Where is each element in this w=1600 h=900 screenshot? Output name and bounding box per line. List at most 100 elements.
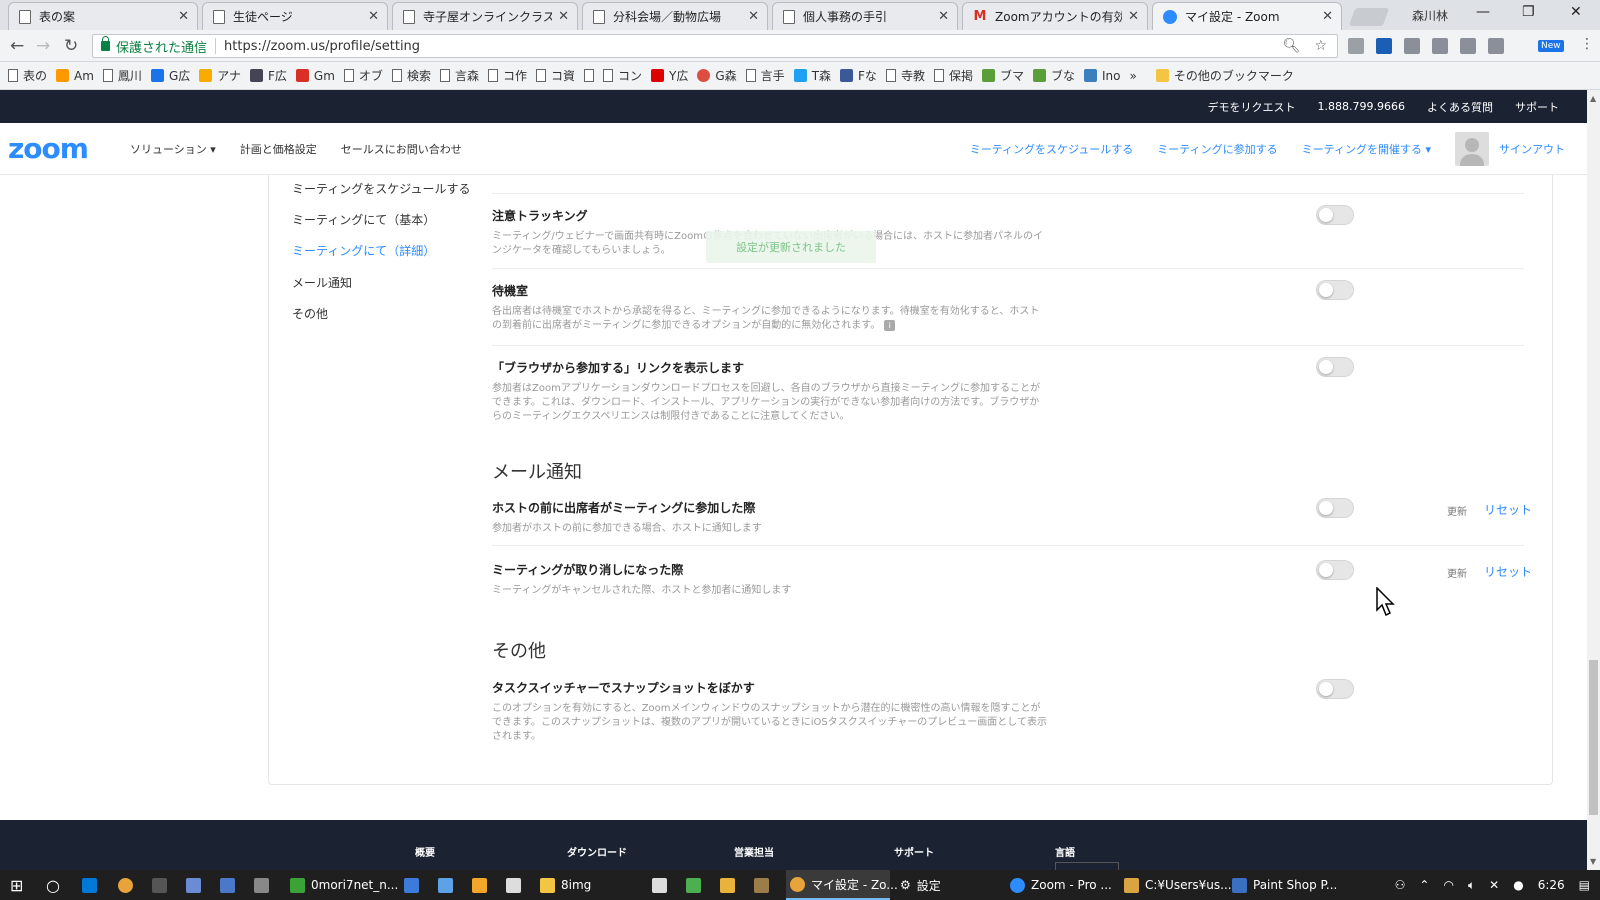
- scroll-up-arrow-icon[interactable]: ▲: [1590, 94, 1596, 103]
- bookmark-item[interactable]: Y広: [651, 67, 688, 84]
- taskbar-item-settings[interactable]: ⚙ 設定: [900, 870, 941, 900]
- wifi-icon[interactable]: ◠: [1443, 878, 1453, 892]
- bookmark-item[interactable]: F広: [250, 67, 287, 84]
- bookmark-item[interactable]: コン: [603, 67, 642, 84]
- scroll-down-arrow-icon[interactable]: ▼: [1590, 857, 1596, 866]
- nav-pricing[interactable]: 計画と価格設定: [240, 141, 317, 157]
- tab-kojin-jimu[interactable]: 個人事務の手引 ✕: [772, 2, 958, 30]
- nav-host-meeting[interactable]: ミーティングを開催する ▾: [1302, 141, 1431, 157]
- reload-icon[interactable]: ↻: [64, 36, 78, 56]
- bookmark-item[interactable]: Am: [56, 69, 94, 83]
- minimize-icon[interactable]: —: [1476, 4, 1490, 20]
- bookmark-item[interactable]: Ino: [1084, 69, 1121, 83]
- bookmark-item[interactable]: 保掲: [933, 67, 973, 84]
- reset-button[interactable]: リセット: [1484, 563, 1532, 580]
- sidebar-item-email-notification[interactable]: メール通知: [292, 274, 352, 291]
- extension-icon[interactable]: [1488, 38, 1504, 54]
- support-link[interactable]: サポート: [1515, 99, 1559, 115]
- taskbar-item-0mori7net[interactable]: 0mori7net_n...: [290, 870, 398, 900]
- bookmark-item[interactable]: オブ: [343, 67, 383, 84]
- mail-icon[interactable]: [652, 870, 667, 900]
- bookmark-item[interactable]: 寺教: [885, 67, 925, 84]
- avatar[interactable]: [1455, 132, 1489, 166]
- new-badge[interactable]: New: [1538, 40, 1564, 52]
- tab-hyou-no-an[interactable]: 表の案 ✕: [8, 2, 198, 30]
- bookmark-item[interactable]: ブマ: [981, 67, 1024, 84]
- bookmark-item[interactable]: [584, 69, 594, 82]
- nav-sign-out[interactable]: サインアウト: [1499, 141, 1565, 157]
- tab-zoom-activation[interactable]: M Zoomアカウントの有効化 - ✕: [962, 2, 1148, 30]
- taskbar-item-zoom-settings[interactable]: マイ設定 - Zo...: [786, 870, 898, 900]
- close-icon[interactable]: ✕: [368, 9, 379, 24]
- blur-snapshot-toggle[interactable]: [1316, 679, 1354, 699]
- close-icon[interactable]: ✕: [178, 9, 189, 24]
- zoom-logo[interactable]: zoom: [8, 132, 89, 165]
- extension-icon[interactable]: [1348, 38, 1364, 54]
- restore-icon[interactable]: ❐: [1522, 4, 1535, 20]
- bookmark-item[interactable]: 言手: [745, 67, 785, 84]
- close-icon[interactable]: ✕: [1128, 9, 1139, 24]
- extension-icon[interactable]: [1432, 38, 1448, 54]
- bookmarks-overflow[interactable]: »: [1130, 69, 1137, 83]
- bookmark-item[interactable]: 検索: [391, 67, 431, 84]
- tab-seito-page[interactable]: 生徒ページ ✕: [202, 2, 388, 30]
- faq-link[interactable]: よくある質問: [1427, 99, 1493, 115]
- bookmark-item[interactable]: ブな: [1032, 67, 1075, 84]
- sidebar-item-in-meeting-basic[interactable]: ミーティングにて（基本）: [292, 211, 435, 228]
- close-icon[interactable]: ✕: [558, 9, 569, 24]
- app-icon[interactable]: [152, 870, 167, 900]
- bookmark-item[interactable]: Fな: [840, 67, 877, 84]
- clock[interactable]: 6:26: [1538, 878, 1565, 892]
- app-tray-icon[interactable]: ●: [1513, 878, 1523, 892]
- taskbar-item-paint-shop[interactable]: Paint Shop P...: [1232, 870, 1337, 900]
- edge-icon[interactable]: [82, 870, 97, 900]
- join-from-browser-toggle[interactable]: [1316, 357, 1354, 377]
- bookmark-item[interactable]: G広: [150, 67, 190, 84]
- back-arrow-icon[interactable]: ←: [10, 36, 24, 56]
- app-icon[interactable]: [438, 870, 453, 900]
- bookmark-item[interactable]: アナ: [199, 67, 241, 84]
- nav-contact-sales[interactable]: セールスにお問い合わせ: [341, 141, 462, 157]
- menu-kebab-icon[interactable]: ⋮: [1580, 36, 1594, 52]
- x-icon[interactable]: ✕: [1489, 878, 1499, 892]
- people-icon[interactable]: ⚇: [1395, 878, 1406, 892]
- tab-bunkakai[interactable]: 分科会場／動物広場 ✕: [582, 2, 768, 30]
- app-icon[interactable]: [472, 870, 487, 900]
- nav-solutions[interactable]: ソリューション ▾: [130, 141, 216, 157]
- waiting-room-toggle[interactable]: [1316, 280, 1354, 300]
- close-icon[interactable]: ✕: [938, 9, 949, 24]
- bookmark-item[interactable]: 言森: [439, 67, 479, 84]
- address-bar[interactable]: 保護された通信 https://zoom.us/profile/setting …: [92, 34, 1338, 58]
- sidebar-item-in-meeting-advanced[interactable]: ミーティングにて（詳細）: [292, 242, 435, 259]
- tab-online-class[interactable]: 寺子屋オンラインクラス一覧 ✕: [392, 2, 578, 30]
- chevron-up-icon[interactable]: ⌃: [1419, 878, 1429, 892]
- zoom-magnifier-icon[interactable]: 🔍︎: [1283, 38, 1301, 54]
- bookmark-item[interactable]: 表の: [8, 67, 47, 84]
- app-icon[interactable]: [404, 870, 419, 900]
- update-button[interactable]: 更新: [1447, 565, 1467, 580]
- taskbar-item-8img[interactable]: 8img: [540, 870, 591, 900]
- taskbar-item-explorer[interactable]: C:¥Users¥us...: [1124, 870, 1232, 900]
- bookmark-item[interactable]: コ資: [535, 67, 575, 84]
- phone-number[interactable]: 1.888.799.9666: [1318, 100, 1405, 113]
- bookmark-item[interactable]: T森: [793, 67, 831, 84]
- page-scrollbar[interactable]: ▲ ▼: [1587, 90, 1600, 870]
- extension-icon[interactable]: [1460, 38, 1476, 54]
- attendee-join-before-host-toggle[interactable]: [1316, 498, 1354, 518]
- app-icon[interactable]: [220, 870, 235, 900]
- app-icon[interactable]: [506, 870, 521, 900]
- bookmark-extension-icon[interactable]: [1376, 38, 1392, 54]
- sidebar-item-schedule-meeting[interactable]: ミーティングをスケジュールする: [292, 180, 470, 197]
- close-icon[interactable]: ✕: [748, 9, 759, 24]
- app-icon[interactable]: [254, 870, 269, 900]
- info-icon[interactable]: i: [884, 319, 896, 331]
- volume-icon[interactable]: 🔈︎: [1468, 878, 1475, 893]
- request-demo-link[interactable]: デモをリクエスト: [1208, 99, 1296, 115]
- app-icon[interactable]: [720, 870, 735, 900]
- cortana-icon[interactable]: ○: [46, 870, 60, 900]
- bookmark-star-icon[interactable]: ☆: [1314, 38, 1327, 54]
- extension-icon[interactable]: [1404, 38, 1420, 54]
- bookmark-item[interactable]: コ作: [487, 67, 527, 84]
- update-button[interactable]: 更新: [1447, 503, 1467, 518]
- url-text[interactable]: https://zoom.us/profile/setting: [224, 39, 420, 54]
